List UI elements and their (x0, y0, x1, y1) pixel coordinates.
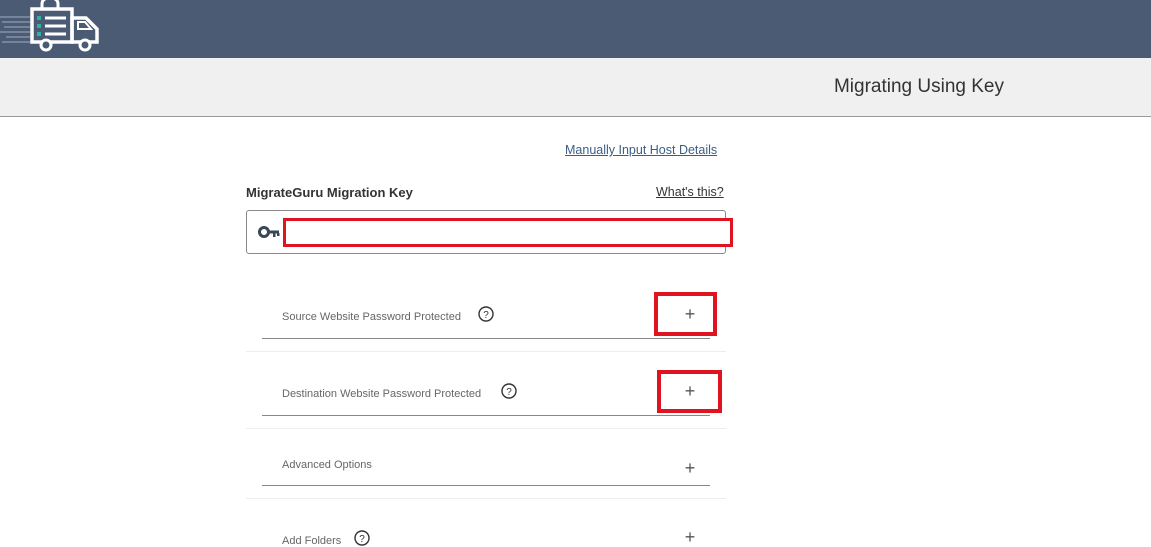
svg-text:?: ? (483, 310, 489, 321)
migrate-truck-logo-icon[interactable] (0, 0, 104, 54)
migration-key-label: MigrateGuru Migration Key (246, 185, 413, 200)
add-folders-expand-button[interactable]: + (680, 527, 700, 547)
source-password-underline (262, 338, 710, 339)
source-password-expand-button[interactable]: + (680, 304, 700, 324)
advanced-options-underline (262, 485, 710, 486)
sub-header: Migrating Using Key (0, 58, 1151, 117)
migration-key-input[interactable] (283, 218, 733, 247)
advanced-options-label: Advanced Options (282, 459, 372, 471)
top-bar (0, 0, 1151, 58)
destination-password-help-icon[interactable]: ? (501, 383, 517, 399)
destination-password-expand-button[interactable]: + (680, 381, 700, 401)
advanced-options-expand-button[interactable]: + (680, 458, 700, 478)
destination-password-label: Destination Website Password Protected (282, 388, 482, 400)
page-title: Migrating Using Key (833, 76, 1004, 97)
source-password-section: Source Website Password Protected ? + (246, 280, 726, 352)
destination-password-underline (262, 415, 710, 416)
svg-text:?: ? (359, 534, 365, 545)
add-folders-label: Add Folders (282, 535, 342, 547)
source-password-label: Source Website Password Protected (282, 311, 461, 323)
key-icon (258, 226, 280, 238)
source-password-help-icon[interactable]: ? (478, 306, 494, 322)
manually-input-host-details-link[interactable]: Manually Input Host Details (565, 143, 717, 157)
migration-key-field (246, 210, 733, 254)
whats-this-link[interactable]: What's this? (656, 185, 724, 199)
advanced-options-section: Advanced Options + (246, 428, 726, 499)
svg-text:?: ? (506, 387, 512, 398)
add-folders-section: Add Folders ? + (246, 498, 726, 547)
destination-password-section: Destination Website Password Protected ?… (246, 351, 726, 429)
